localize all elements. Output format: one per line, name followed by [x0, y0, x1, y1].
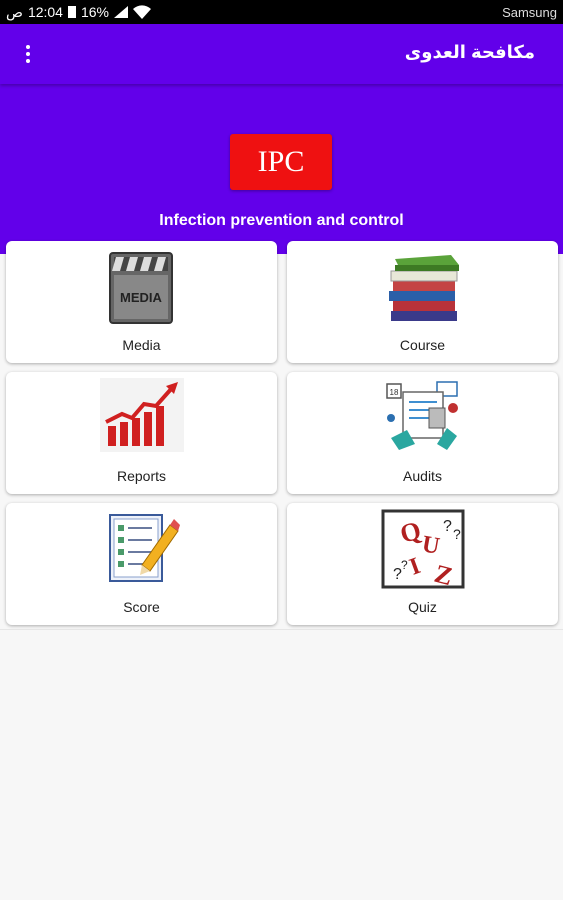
- bar-chart-growth-icon: [99, 378, 184, 452]
- menu-grid: MEDIA Media Course Reports 18 Audits Sco…: [6, 241, 558, 625]
- ipc-logo: IPC: [230, 134, 332, 190]
- course-tile[interactable]: Course: [287, 241, 558, 363]
- books-stack-icon: [388, 255, 459, 321]
- quiz-tile[interactable]: Q U I Z ? ? ? ? Quiz: [287, 503, 558, 625]
- svg-text:?: ?: [453, 526, 461, 542]
- more-vert-icon[interactable]: [14, 38, 42, 70]
- wifi-icon: [133, 5, 152, 19]
- course-label: Course: [399, 337, 446, 353]
- audit-checklist-icon: 18: [385, 381, 458, 450]
- svg-text:?: ?: [401, 558, 408, 572]
- status-ampm: ص: [6, 3, 23, 20]
- audits-tile[interactable]: 18 Audits: [287, 372, 558, 494]
- reports-label: Reports: [116, 468, 167, 484]
- checklist-pencil-icon: [108, 514, 180, 582]
- score-label: Score: [123, 599, 160, 615]
- header-banner: IPC Infection prevention and control: [0, 84, 563, 254]
- score-tile[interactable]: Score: [6, 503, 277, 625]
- quiz-label: Quiz: [408, 599, 437, 615]
- status-time: 12:04: [27, 4, 63, 20]
- svg-text:18: 18: [389, 388, 398, 397]
- signal-icon: [114, 6, 129, 18]
- audits-label: Audits: [403, 468, 442, 484]
- media-clapperboard-icon: MEDIA: [108, 252, 173, 324]
- header-subtitle: Infection prevention and control: [159, 212, 404, 229]
- divider: [0, 629, 563, 630]
- svg-text:MEDIA: MEDIA: [120, 290, 163, 305]
- status-left: ص 12:04 16%: [6, 3, 152, 21]
- app-title: مكافحة العدوى: [404, 42, 535, 62]
- media-tile[interactable]: MEDIA Media: [6, 241, 277, 363]
- battery-percent: 16%: [80, 4, 110, 20]
- reports-tile[interactable]: Reports: [6, 372, 277, 494]
- sim-icon: [67, 6, 76, 18]
- svg-text:?: ?: [443, 518, 452, 535]
- media-label: Media: [122, 337, 161, 353]
- app-bar: مكافحة العدوى: [0, 24, 563, 84]
- quiz-icon: Q U I Z ? ? ? ?: [381, 509, 464, 589]
- carrier-name: Samsung: [502, 4, 557, 20]
- status-bar: ص 12:04 16% Samsung: [0, 0, 563, 24]
